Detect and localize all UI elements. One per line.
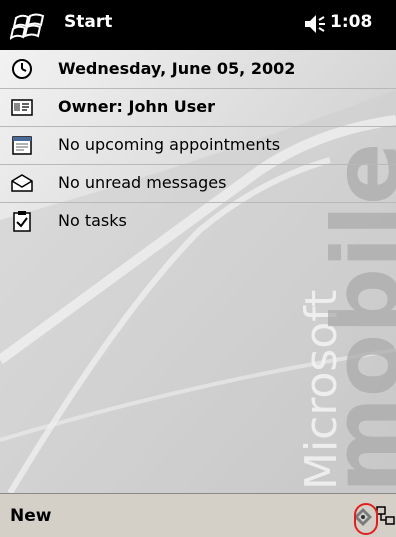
start-label[interactable]: Start bbox=[64, 12, 112, 32]
speaker-icon[interactable] bbox=[303, 12, 327, 36]
today-item-appointments[interactable]: No upcoming appointments bbox=[0, 126, 396, 165]
pocket-pc-screen: Start 1:08 Microsoft mobile Wednesday, J… bbox=[0, 0, 396, 537]
today-messages-text: No unread messages bbox=[58, 173, 227, 192]
today-appointments-text: No upcoming appointments bbox=[58, 135, 281, 154]
new-button[interactable]: New bbox=[10, 506, 51, 526]
owner-card-icon bbox=[11, 99, 33, 116]
title-bar: Start 1:08 bbox=[0, 0, 396, 50]
today-item-date[interactable]: Wednesday, June 05, 2002 bbox=[0, 50, 396, 89]
start-button[interactable] bbox=[0, 0, 60, 50]
windows-flag-icon bbox=[10, 13, 45, 40]
today-item-messages[interactable]: No unread messages bbox=[0, 164, 396, 203]
today-date-text: Wednesday, June 05, 2002 bbox=[58, 59, 296, 78]
today-item-owner[interactable]: Owner: John User bbox=[0, 88, 396, 127]
today-item-tasks[interactable]: No tasks bbox=[0, 202, 396, 240]
menu-bar: New bbox=[0, 493, 396, 537]
clock-time[interactable]: 1:08 bbox=[330, 12, 372, 32]
envelope-icon bbox=[11, 174, 33, 192]
today-screen: Microsoft mobile Wednesday, June 05, 200… bbox=[0, 50, 396, 493]
tasks-checkbox-icon bbox=[13, 211, 31, 232]
calendar-icon bbox=[12, 136, 32, 155]
highlight-annotation-ring bbox=[354, 503, 378, 535]
connectivity-icon[interactable] bbox=[376, 504, 396, 530]
clock-icon bbox=[12, 59, 32, 79]
today-tasks-text: No tasks bbox=[58, 211, 127, 230]
today-owner-text: Owner: John User bbox=[58, 97, 216, 116]
